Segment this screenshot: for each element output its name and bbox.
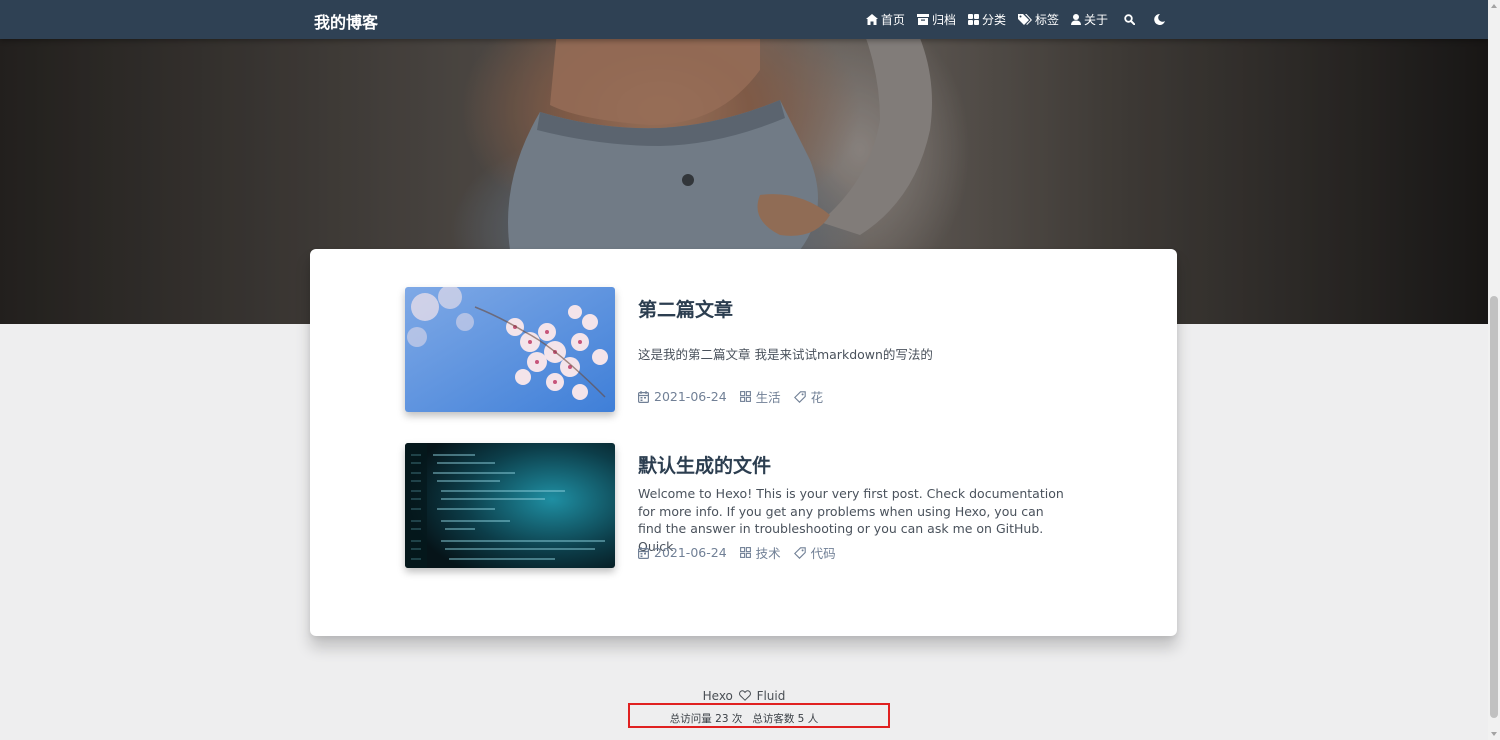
top-navbar: 我的博客 首页 归档 分类 标签 关于 [0, 0, 1488, 39]
post-meta: 2021-06-24 技术 代码 [638, 543, 849, 562]
post-item: 默认生成的文件 Welcome to Hexo! This is your ve… [405, 443, 1085, 573]
tag-icon [793, 390, 806, 403]
post-tag-text: 代码 [810, 546, 836, 561]
footer-fluid-link[interactable]: Fluid [757, 689, 786, 703]
highlight-annotation-box [628, 703, 890, 728]
nav-menu: 首页 归档 分类 标签 关于 [854, 0, 1168, 39]
post-item: 第二篇文章 这是我的第二篇文章 我是来试试markdown的写法的 2021-0… [405, 287, 1085, 417]
scrollbar-thumb[interactable] [1490, 296, 1498, 718]
post-category-link[interactable]: 生活 [739, 387, 781, 406]
post-tag-text: 花 [810, 390, 824, 405]
theme-toggle-button[interactable] [1154, 14, 1168, 25]
home-icon [865, 14, 878, 25]
code-editor-image [405, 443, 615, 568]
archive-icon [916, 14, 929, 25]
nav-item-about[interactable]: 关于 [1070, 11, 1108, 28]
post-tag-link[interactable]: 代码 [793, 543, 836, 562]
post-board: 第二篇文章 这是我的第二篇文章 我是来试试markdown的写法的 2021-0… [310, 249, 1177, 636]
category-grid-icon [967, 14, 979, 25]
post-date: 2021-06-24 [638, 545, 727, 560]
tags-icon [1017, 14, 1032, 25]
post-title[interactable]: 默认生成的文件 [638, 451, 771, 478]
nav-item-label: 关于 [1083, 13, 1108, 27]
post-category-link[interactable]: 技术 [739, 543, 781, 562]
heart-icon [738, 690, 751, 701]
footer-hexo-link[interactable]: Hexo [703, 689, 733, 703]
post-category-text: 技术 [755, 546, 781, 561]
search-icon [1124, 14, 1135, 25]
post-thumbnail-code[interactable] [405, 443, 615, 568]
post-category-text: 生活 [755, 390, 781, 405]
post-meta: 2021-06-24 生活 花 [638, 387, 836, 406]
scroll-down-arrow-icon[interactable] [1491, 732, 1497, 736]
moon-icon [1154, 14, 1165, 25]
post-date-text: 2021-06-24 [654, 545, 727, 560]
nav-item-label: 分类 [981, 13, 1006, 27]
site-brand[interactable]: 我的博客 [314, 9, 378, 33]
calendar-icon [638, 546, 649, 559]
category-icon [739, 547, 751, 558]
footer-brand: Hexo Fluid [0, 689, 1488, 703]
post-date-text: 2021-06-24 [654, 389, 727, 404]
post-title[interactable]: 第二篇文章 [638, 295, 733, 322]
nav-item-label: 标签 [1034, 13, 1059, 27]
vertical-scrollbar[interactable] [1488, 0, 1500, 740]
nav-item-categories[interactable]: 分类 [967, 11, 1006, 28]
tag-icon [793, 546, 806, 559]
nav-item-home[interactable]: 首页 [865, 11, 905, 28]
nav-item-tags[interactable]: 标签 [1017, 11, 1059, 28]
post-thumbnail-cherry-blossom[interactable] [405, 287, 615, 412]
nav-item-archive[interactable]: 归档 [916, 11, 956, 28]
post-excerpt: 这是我的第二篇文章 我是来试试markdown的写法的 [638, 347, 933, 362]
nav-item-label: 归档 [931, 13, 956, 27]
nav-item-label: 首页 [880, 13, 905, 27]
cherry-blossom-image [405, 287, 615, 412]
search-button[interactable] [1124, 14, 1138, 25]
post-tag-link[interactable]: 花 [793, 387, 824, 406]
post-date: 2021-06-24 [638, 389, 727, 404]
user-icon [1070, 14, 1081, 25]
calendar-icon [638, 390, 649, 403]
scroll-up-arrow-icon[interactable] [1491, 4, 1497, 8]
category-icon [739, 391, 751, 402]
